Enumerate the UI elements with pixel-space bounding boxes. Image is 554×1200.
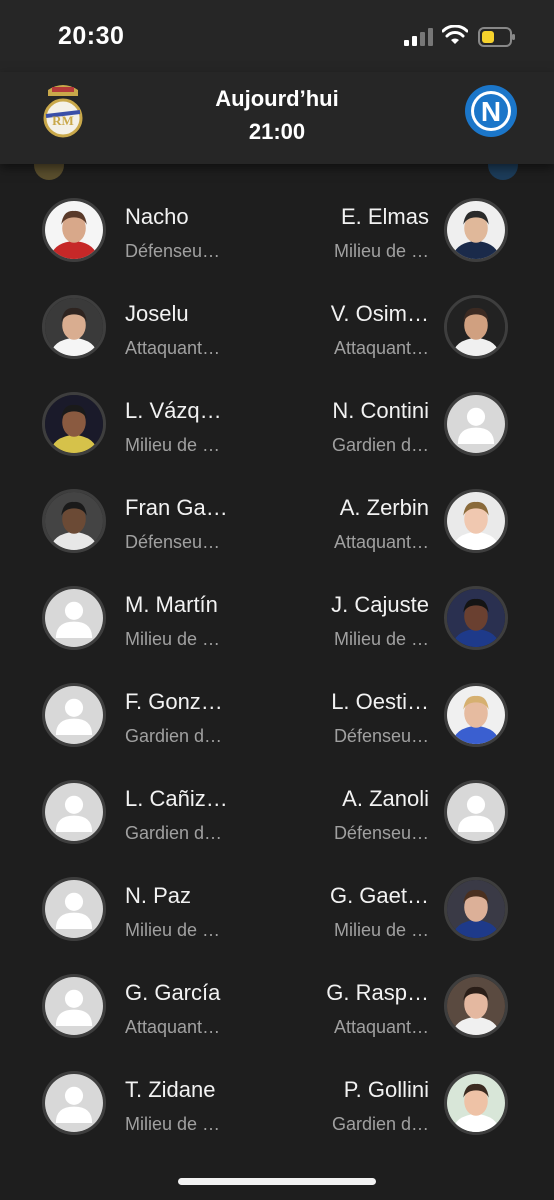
away-player-name[interactable]: V. Osim… <box>331 301 429 327</box>
home-player-name[interactable]: Joselu <box>125 301 189 327</box>
player-placeholder-icon[interactable] <box>42 877 106 941</box>
svg-text:N: N <box>481 96 501 127</box>
away-player-position: Milieu de … <box>333 241 429 261</box>
away-player-name[interactable]: A. Zanoli <box>342 786 429 812</box>
player-placeholder-icon[interactable] <box>42 586 106 650</box>
wifi-icon <box>442 25 468 44</box>
home-player-position: Milieu de … <box>125 629 221 649</box>
player-photo[interactable] <box>42 295 106 359</box>
player-photo[interactable] <box>444 1071 508 1135</box>
away-player-position: Gardien d… <box>331 435 429 455</box>
player-photo[interactable] <box>444 586 508 650</box>
home-player-name[interactable]: M. Martín <box>125 592 218 618</box>
home-player-position: Défenseu… <box>125 241 221 261</box>
home-player-name[interactable]: N. Paz <box>125 883 191 909</box>
lineup-row: N. Paz Milieu de … G. Gaet… Milieu de … <box>0 863 554 960</box>
player-photo[interactable] <box>42 489 106 553</box>
player-photo[interactable] <box>444 877 508 941</box>
player-photo[interactable] <box>444 198 508 262</box>
lineup-row: Nacho Défenseu… E. Elmas Milieu de … <box>0 184 554 281</box>
player-placeholder-icon[interactable] <box>42 780 106 844</box>
home-player-name[interactable]: L. Cañiz… <box>125 786 228 812</box>
player-photo[interactable] <box>444 295 508 359</box>
lineup-row: L. Vázq… Milieu de … N. Contini Gardien d… <box>0 378 554 475</box>
away-player-position: Attaquant… <box>333 532 429 552</box>
lineup-row: Joselu Attaquant… V. Osim… Attaquant… <box>0 281 554 378</box>
player-photo[interactable] <box>42 392 106 456</box>
away-player-name[interactable]: L. Oesti… <box>331 689 429 715</box>
lineup-row: G. García Attaquant… G. Rasp… Attaquant… <box>0 960 554 1057</box>
away-player-name[interactable]: E. Elmas <box>341 204 429 230</box>
home-player-name[interactable]: Nacho <box>125 204 189 230</box>
home-player-name[interactable]: F. Gonz… <box>125 689 223 715</box>
away-player-position: Défenseu… <box>333 823 429 843</box>
away-player-name[interactable]: A. Zerbin <box>340 495 429 521</box>
status-bar: 20:30 <box>0 0 554 72</box>
away-player-position: Milieu de … <box>333 920 429 940</box>
lineup-row: F. Gonz… Gardien d… L. Oesti… Défenseu… <box>0 669 554 766</box>
away-player-name[interactable]: N. Contini <box>332 398 429 424</box>
player-placeholder-icon[interactable] <box>42 1071 106 1135</box>
away-player-name[interactable]: P. Gollini <box>344 1077 429 1103</box>
lineup-row: T. Zidane Milieu de … P. Gollini Gardien d… <box>0 1057 554 1154</box>
away-player-name[interactable]: J. Cajuste <box>331 592 429 618</box>
player-placeholder-icon[interactable] <box>42 683 106 747</box>
player-photo[interactable] <box>444 974 508 1038</box>
home-player-position: Milieu de … <box>125 1114 221 1134</box>
home-player-position: Attaquant… <box>125 1017 221 1037</box>
home-player-position: Attaquant… <box>125 338 221 358</box>
away-player-name[interactable]: G. Rasp… <box>326 980 429 1006</box>
status-time: 20:30 <box>58 22 125 50</box>
home-indicator[interactable] <box>178 1178 376 1185</box>
away-player-position: Milieu de … <box>333 629 429 649</box>
player-placeholder-icon[interactable] <box>444 392 508 456</box>
battery-icon <box>478 27 515 47</box>
home-player-position: Gardien d… <box>125 726 223 746</box>
away-player-position: Attaquant… <box>333 338 429 358</box>
away-player-position: Attaquant… <box>333 1017 429 1037</box>
away-player-name[interactable]: G. Gaet… <box>330 883 429 909</box>
player-photo[interactable] <box>444 489 508 553</box>
napoli-crest-icon[interactable]: N <box>462 82 520 140</box>
home-player-name[interactable]: L. Vázq… <box>125 398 222 424</box>
player-photo[interactable] <box>444 683 508 747</box>
home-player-position: Milieu de … <box>125 435 221 455</box>
player-placeholder-icon[interactable] <box>42 974 106 1038</box>
away-player-position: Défenseu… <box>333 726 429 746</box>
scrolled-section-header <box>0 162 554 184</box>
cellular-signal-icon <box>404 28 433 46</box>
player-photo[interactable] <box>42 198 106 262</box>
home-player-name[interactable]: Fran Ga… <box>125 495 228 521</box>
away-player-position: Gardien d… <box>331 1114 429 1134</box>
home-player-position: Milieu de … <box>125 920 221 940</box>
home-player-position: Gardien d… <box>125 823 223 843</box>
player-placeholder-icon[interactable] <box>444 780 508 844</box>
home-player-name[interactable]: G. García <box>125 980 220 1006</box>
home-player-name[interactable]: T. Zidane <box>125 1077 216 1103</box>
lineup-row: L. Cañiz… Gardien d… A. Zanoli Défenseu… <box>0 766 554 863</box>
match-header: RM Aujourd’hui 21:00 N <box>0 72 554 164</box>
home-player-position: Défenseu… <box>125 532 221 552</box>
lineup-row: Fran Ga… Défenseu… A. Zerbin Attaquant… <box>0 475 554 572</box>
lineup-row: M. Martín Milieu de … J. Cajuste Milieu de … <box>0 572 554 669</box>
